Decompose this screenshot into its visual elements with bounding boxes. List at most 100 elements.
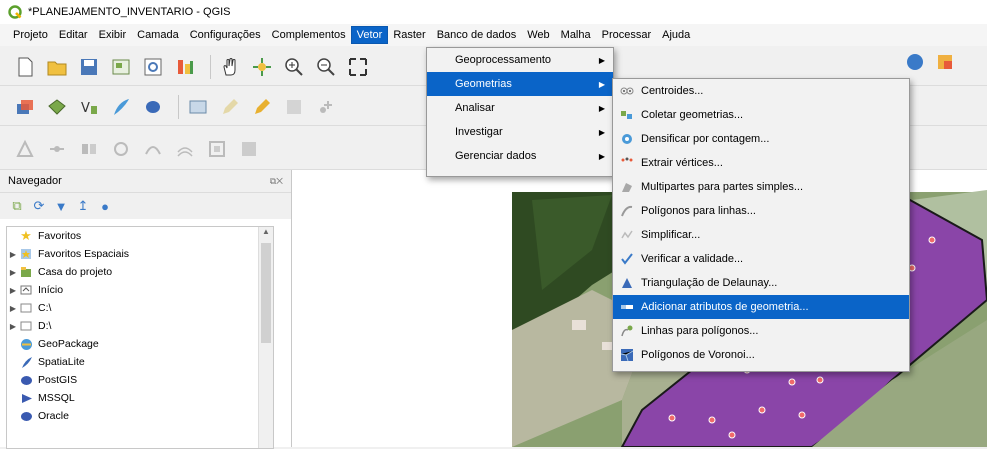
menu-projeto[interactable]: Projeto (8, 27, 53, 43)
tree-item-geopackage[interactable]: GeoPackage (7, 335, 273, 353)
expand-arrow-icon[interactable]: ▶ (7, 304, 19, 313)
digitize-tool-3-button[interactable] (76, 136, 102, 162)
browser-scrollbar[interactable]: ▲ (258, 227, 273, 448)
menu-item-label: Simplificar... (641, 229, 701, 241)
menu-item-geometrias[interactable]: Geometrias ▶ (427, 72, 613, 96)
menu-item-poligonos-para-linhas[interactable]: Polígonos para linhas... (613, 199, 909, 223)
pan-selection-icon (253, 57, 271, 76)
save-project-button[interactable] (76, 54, 102, 80)
menu-exibir[interactable]: Exibir (94, 27, 132, 43)
tree-item-label: Oracle (38, 410, 69, 422)
menu-item-gerenciar-dados[interactable]: Gerenciar dados ▶ (427, 144, 613, 168)
panel-float-close-icon[interactable]: ⧉✕ (270, 176, 283, 187)
menu-item-linhas-para-poligonos[interactable]: Linhas para polígonos... (613, 319, 909, 343)
add-feature-button[interactable] (313, 94, 339, 120)
collapse-all-icon[interactable]: ↥ (74, 197, 92, 215)
digitize-tool-1-button[interactable] (12, 136, 38, 162)
tree-item-favoritos-espaciais[interactable]: ▶ Favoritos Espaciais (7, 245, 273, 263)
menu-item-geoprocessamento[interactable]: Geoprocessamento ▶ (427, 48, 613, 72)
menu-ajuda[interactable]: Ajuda (657, 27, 695, 43)
add-postgis-button[interactable] (140, 94, 166, 120)
menu-item-poligonos-voronoi[interactable]: Polígonos de Voronoi... (613, 343, 909, 367)
pan-to-selection-button[interactable] (249, 54, 275, 80)
menu-item-analisar[interactable]: Analisar ▶ (427, 96, 613, 120)
add-vector-layer-button[interactable] (44, 94, 70, 120)
submenu-arrow-icon: ▶ (598, 103, 605, 113)
tree-item-inicio[interactable]: ▶ Início (7, 281, 273, 299)
tree-item-mssql[interactable]: MSSQL (7, 389, 273, 407)
menu-item-centroides[interactable]: Centroides... (613, 79, 909, 103)
tree-item-favoritos[interactable]: ★ Favoritos (7, 227, 273, 245)
digitize-tool-6-button[interactable] (172, 136, 198, 162)
refresh-icon[interactable]: ⟳ (30, 197, 48, 215)
add-delimited-text-button[interactable]: V (76, 94, 102, 120)
menu-banco-de-dados[interactable]: Banco de dados (432, 27, 522, 43)
menu-processar[interactable]: Processar (597, 27, 657, 43)
scroll-up-icon[interactable]: ▲ (259, 227, 273, 241)
digitize-tool-7-button[interactable] (204, 136, 230, 162)
properties-icon[interactable]: ● (96, 197, 114, 215)
tree-item-drive-d[interactable]: ▶ D:\ (7, 317, 273, 335)
node-tool-icon (16, 139, 34, 157)
add-wms-layer-button[interactable] (185, 94, 211, 120)
expand-arrow-icon[interactable]: ▶ (7, 250, 19, 259)
menu-item-adicionar-atributos-geometria[interactable]: Adicionar atributos de geometria... (613, 295, 909, 319)
digitize-tool-2-button[interactable] (44, 136, 70, 162)
pan-map-button[interactable] (217, 54, 243, 80)
open-project-button[interactable] (44, 54, 70, 80)
menu-editar[interactable]: Editar (54, 27, 93, 43)
submenu-arrow-icon: ▶ (598, 55, 605, 65)
zoom-full-button[interactable] (345, 54, 371, 80)
add-spatialite-button[interactable] (108, 94, 134, 120)
new-print-layout-button[interactable] (108, 54, 134, 80)
layout-manager-button[interactable] (140, 54, 166, 80)
add-selected-layers-icon[interactable]: ⧉ (8, 197, 26, 215)
layer-style-icon[interactable] (935, 52, 955, 72)
menu-item-extrair-vertices[interactable]: Extrair vértices... (613, 151, 909, 175)
new-project-button[interactable] (12, 54, 38, 80)
help-icon[interactable] (905, 52, 925, 72)
digitize-tool-4-button[interactable] (108, 136, 134, 162)
menu-item-densificar[interactable]: Densificar por contagem... (613, 127, 909, 151)
menu-complementos[interactable]: Complementos (267, 27, 351, 43)
save-edits-button[interactable] (281, 94, 307, 120)
expand-arrow-icon[interactable]: ▶ (7, 322, 19, 331)
tree-item-drive-c[interactable]: ▶ C:\ (7, 299, 273, 317)
menu-item-multipartes[interactable]: Multipartes para partes simples... (613, 175, 909, 199)
zoom-out-button[interactable] (313, 54, 339, 80)
title-bar: *PLANEJAMENTO_INVENTARIO - QGIS (0, 0, 987, 24)
scrollbar-thumb[interactable] (261, 243, 271, 343)
tree-item-postgis[interactable]: PostGIS (7, 371, 273, 389)
submenu-arrow-icon: ▶ (598, 79, 605, 89)
menu-camada[interactable]: Camada (132, 27, 184, 43)
data-source-manager-button[interactable] (12, 94, 38, 120)
toggle-editing-button[interactable] (217, 94, 243, 120)
save-icon (81, 58, 97, 75)
menu-configuracoes[interactable]: Configurações (185, 27, 266, 43)
postgis-elephant-icon (146, 100, 160, 113)
menu-item-label: Polígonos para linhas... (641, 205, 756, 217)
tree-item-spatialite[interactable]: SpatiaLite (7, 353, 273, 371)
lines-to-polygons-icon (619, 323, 635, 339)
style-manager-button[interactable] (172, 54, 198, 80)
menu-raster[interactable]: Raster (388, 27, 430, 43)
menu-item-simplificar[interactable]: Simplificar... (613, 223, 909, 247)
menu-malha[interactable]: Malha (556, 27, 596, 43)
style-manager-icon (178, 59, 193, 74)
digitize-tool-8-button[interactable] (236, 136, 262, 162)
expand-arrow-icon[interactable]: ▶ (7, 286, 19, 295)
expand-arrow-icon[interactable]: ▶ (7, 268, 19, 277)
menu-web[interactable]: Web (522, 27, 554, 43)
digitize-tool-5-button[interactable] (140, 136, 166, 162)
menu-item-triangulacao-delaunay[interactable]: Triangulação de Delaunay... (613, 271, 909, 295)
tree-item-casa-do-projeto[interactable]: ▶ Casa do projeto (7, 263, 273, 281)
edit-pencil-button[interactable] (249, 94, 275, 120)
pan-hand-icon (223, 57, 236, 75)
tree-item-oracle[interactable]: Oracle (7, 407, 273, 425)
zoom-in-button[interactable] (281, 54, 307, 80)
menu-item-verificar-validade[interactable]: Verificar a validade... (613, 247, 909, 271)
menu-item-coletar-geometrias[interactable]: Coletar geometrias... (613, 103, 909, 127)
filter-icon[interactable]: ▼ (52, 197, 70, 215)
menu-item-investigar[interactable]: Investigar ▶ (427, 120, 613, 144)
menu-vetor[interactable]: Vetor (350, 26, 389, 44)
